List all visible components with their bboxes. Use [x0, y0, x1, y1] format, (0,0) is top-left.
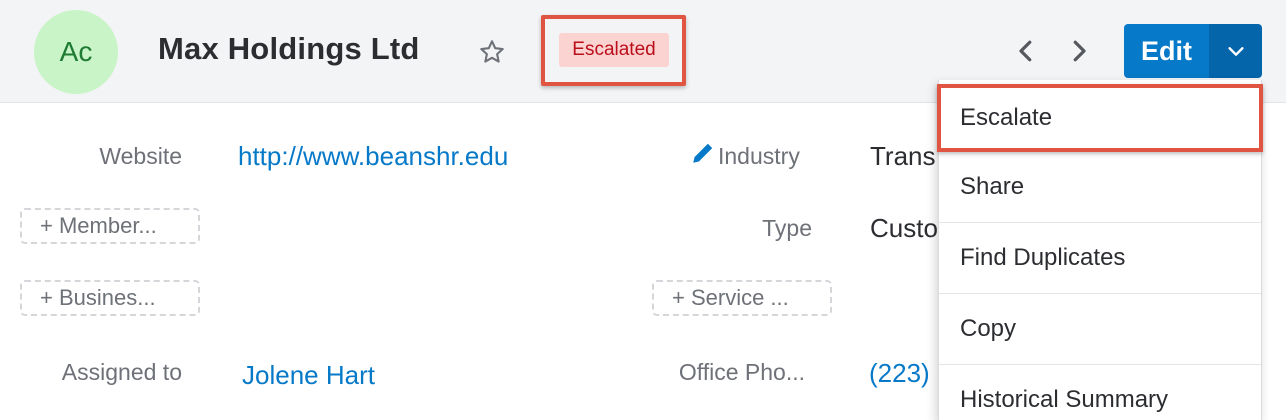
- status-badge: Escalated: [559, 33, 669, 67]
- industry-label: Industry: [718, 143, 800, 169]
- pencil-icon[interactable]: [690, 140, 716, 166]
- type-value: Custo: [870, 213, 938, 243]
- menu-item-share[interactable]: Share: [939, 152, 1261, 223]
- industry-value: Trans: [870, 141, 936, 171]
- office-phone-label: Office Pho...: [678, 359, 805, 385]
- menu-item-copy[interactable]: Copy: [939, 294, 1261, 365]
- actions-dropdown-toggle[interactable]: [1209, 24, 1262, 78]
- add-service-button[interactable]: + Service ...: [652, 280, 832, 316]
- chevron-down-icon: [1227, 47, 1244, 56]
- page-title: Max Holdings Ltd: [158, 31, 420, 66]
- actions-dropdown-menu: Escalate Share Find Duplicates Copy Hist…: [937, 80, 1263, 420]
- favorite-star-icon[interactable]: [478, 38, 506, 66]
- menu-item-find-duplicates[interactable]: Find Duplicates: [939, 223, 1261, 294]
- menu-item-historical-summary[interactable]: Historical Summary: [939, 365, 1261, 420]
- website-link[interactable]: http://www.beanshr.edu: [238, 141, 508, 172]
- add-business-button[interactable]: + Busines...: [20, 280, 200, 316]
- edit-button[interactable]: Edit: [1124, 24, 1209, 78]
- assigned-user-link[interactable]: Jolene Hart: [242, 360, 375, 391]
- office-phone-link[interactable]: (223): [869, 358, 930, 389]
- add-member-button[interactable]: + Member...: [20, 208, 200, 244]
- type-label: Type: [762, 215, 812, 241]
- website-label: Website: [99, 143, 182, 169]
- next-record-chevron-right-icon[interactable]: [1064, 36, 1094, 66]
- assigned-to-label: Assigned to: [61, 359, 182, 385]
- menu-item-escalate[interactable]: Escalate: [937, 84, 1263, 152]
- status-badge-highlight: Escalated: [541, 15, 686, 86]
- avatar: Ac: [34, 10, 118, 94]
- previous-record-chevron-left-icon[interactable]: [1011, 36, 1041, 66]
